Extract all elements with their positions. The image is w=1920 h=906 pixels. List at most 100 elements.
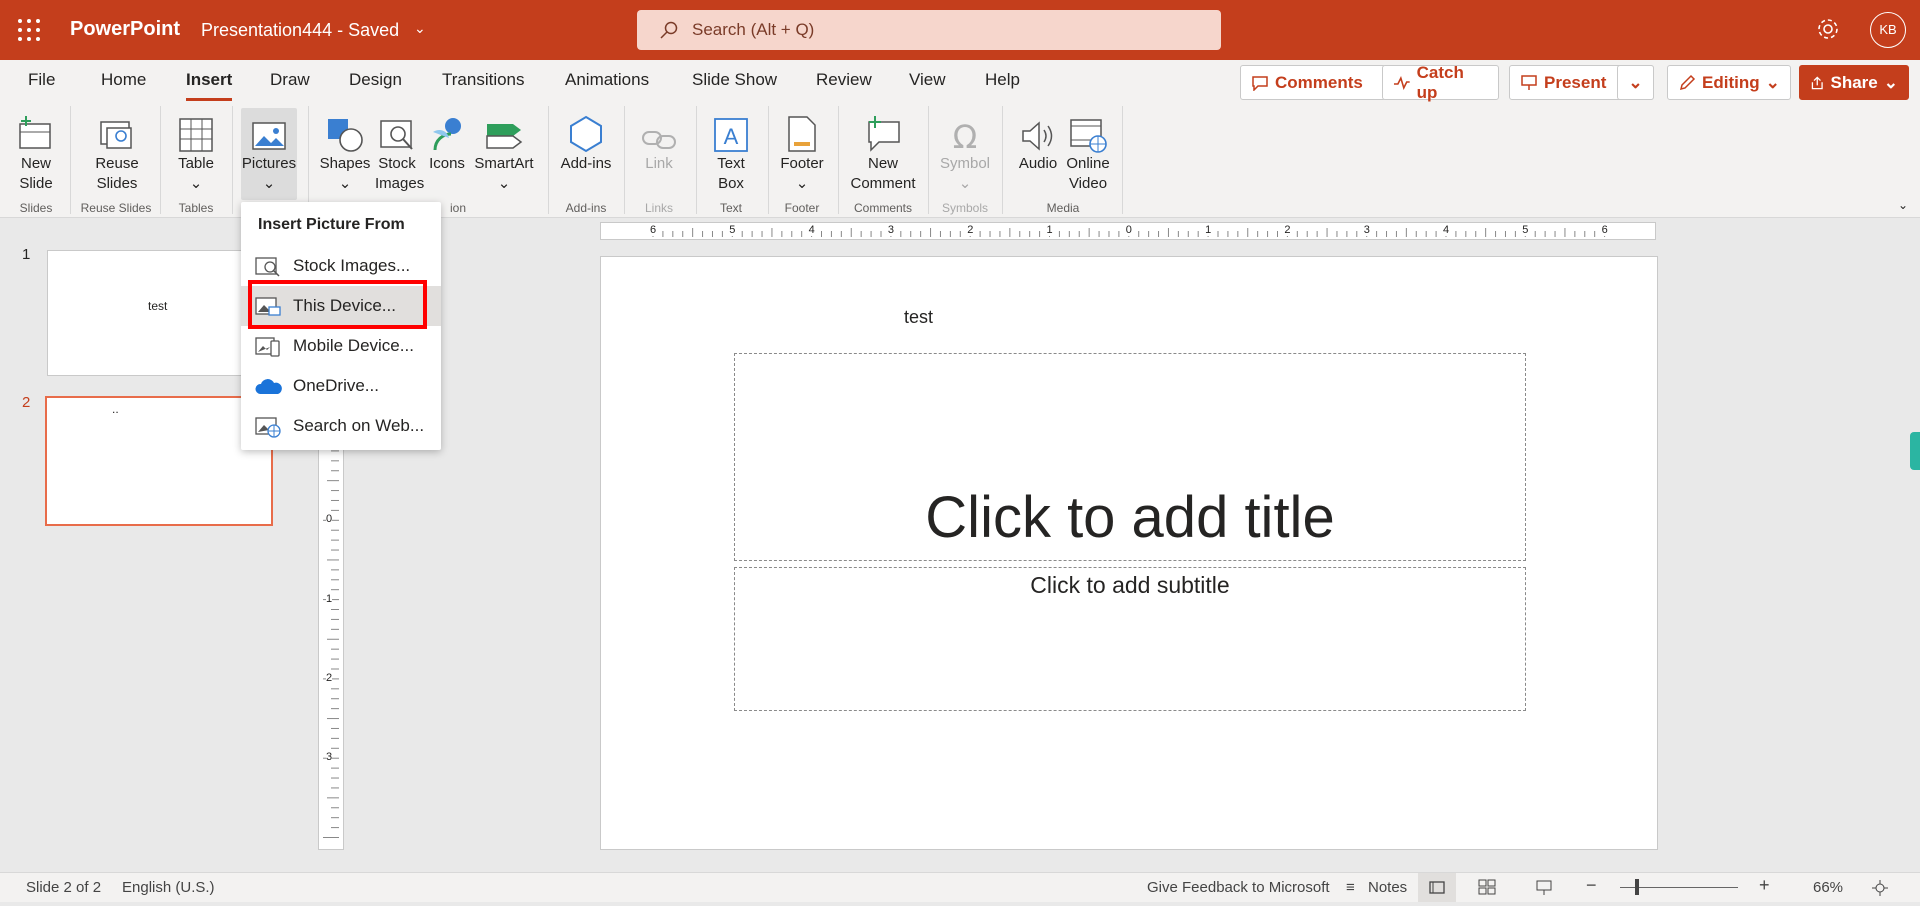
feedback-link[interactable]: Give Feedback to Microsoft (1147, 879, 1330, 896)
ruler-label: 5 (728, 224, 737, 236)
ruler-ticks (323, 440, 339, 838)
avatar[interactable]: KB (1870, 12, 1906, 48)
zoom-in-icon[interactable]: + (1759, 875, 1770, 896)
group-separator (308, 106, 309, 214)
group-label-comments: Comments (853, 201, 912, 215)
app-launcher-icon[interactable] (18, 19, 40, 41)
chevron-down-icon: ⌄ (262, 175, 276, 192)
ruler-label: 6 (649, 224, 658, 236)
new-comment-icon (868, 116, 900, 152)
slide-sorter-icon[interactable] (1478, 879, 1496, 899)
pictures-button[interactable]: Pictures ⌄ (241, 108, 297, 200)
ruler-label: 1 (1045, 224, 1054, 236)
audio-label: Audio (1018, 155, 1058, 172)
table-label: Table (178, 155, 214, 172)
tab-help[interactable]: Help (985, 70, 1020, 90)
stock-images-button[interactable]: Stock Images (374, 108, 424, 194)
slide-thumbnail-1[interactable]: test (47, 250, 273, 376)
picture-icon (252, 122, 286, 150)
slide-count: Slide 2 of 2 (26, 879, 102, 896)
audio-button[interactable]: Audio (1012, 108, 1064, 174)
zoom-level[interactable]: 66% (1813, 879, 1843, 896)
slide-canvas[interactable]: test Click to add title Click to add sub… (600, 256, 1658, 850)
title-placeholder[interactable]: Click to add title (734, 353, 1526, 561)
footer-icon (788, 116, 816, 152)
menu-item-label: Stock Images... (293, 256, 411, 275)
group-label-illustrations: ion (449, 201, 466, 215)
highlight-box (248, 280, 427, 329)
online-video-label: Online Video (1066, 155, 1110, 192)
ruler-label: 1 (326, 592, 333, 605)
slide-text-box[interactable]: test (904, 307, 933, 328)
menu-header: Insert Picture From (258, 216, 405, 233)
normal-view-icon[interactable] (1418, 873, 1456, 902)
subtitle-placeholder[interactable]: Click to add subtitle (734, 567, 1526, 711)
link-button[interactable]: Link (634, 108, 684, 174)
language-indicator[interactable]: English (U.S.) (122, 879, 215, 896)
symbol-label: Symbol (939, 155, 991, 172)
tab-view[interactable]: View (909, 70, 946, 90)
menu-item-mobile-device[interactable]: Mobile Device... (241, 326, 441, 366)
search-input[interactable] (692, 10, 1192, 50)
menu-item-onedrive[interactable]: OneDrive... (241, 366, 441, 406)
zoom-out-icon[interactable]: − (1586, 875, 1597, 896)
ruler-label: 4 (807, 224, 816, 236)
notes-button[interactable]: Notes (1368, 879, 1407, 896)
smartart-button[interactable]: SmartArt ⌄ (472, 108, 536, 194)
online-video-button[interactable]: Online Video (1062, 108, 1114, 194)
title-placeholder-text: Click to add title (925, 485, 1335, 550)
editing-mode-button[interactable]: Editing ⌄ (1667, 65, 1791, 100)
app-name[interactable]: PowerPoint (70, 18, 180, 41)
subtitle-placeholder-text: Click to add subtitle (1030, 572, 1230, 598)
symbol-button[interactable]: Ω Symbol ⌄ (936, 108, 994, 194)
horizontal-ruler: 6 5 4 3 2 1 0 1 2 3 4 5 6 (600, 222, 1656, 240)
tab-design[interactable]: Design (349, 70, 402, 90)
present-options-chevron-icon[interactable]: ⌄ (1617, 65, 1654, 100)
document-name[interactable]: Presentation444 - Saved (201, 20, 399, 41)
menu-item-search-on-web[interactable]: Search on Web... (241, 406, 441, 446)
tab-animations[interactable]: Animations (565, 70, 649, 90)
notes-icon[interactable]: ≡ (1346, 879, 1355, 896)
footer-button[interactable]: Footer ⌄ (774, 108, 830, 194)
slide-thumbnail-2[interactable]: .. (45, 396, 273, 526)
new-slide-button[interactable]: New Slide (8, 108, 64, 194)
reading-view-icon[interactable] (1535, 879, 1553, 901)
collapse-ribbon-chevron-icon[interactable]: ⌄ (1898, 198, 1908, 212)
ruler-label: 1 (1204, 224, 1213, 236)
comments-button[interactable]: Comments (1240, 65, 1386, 100)
shapes-label: Shapes (319, 155, 371, 172)
zoom-slider-thumb[interactable] (1635, 879, 1639, 895)
ruler-label: 2 (326, 671, 333, 684)
group-separator (70, 106, 71, 214)
table-button[interactable]: Table ⌄ (172, 108, 220, 194)
side-panel-tab[interactable] (1910, 432, 1920, 470)
gear-icon[interactable] (1815, 16, 1841, 47)
horizontal-scrollbar[interactable] (316, 858, 1920, 870)
tab-slide-show[interactable]: Slide Show (692, 70, 777, 90)
search-box[interactable] (637, 10, 1221, 50)
share-icon (1811, 75, 1823, 89)
new-comment-button[interactable]: New Comment (846, 108, 920, 194)
menu-item-label: OneDrive... (293, 376, 379, 395)
group-separator (838, 106, 839, 214)
share-button[interactable]: Share ⌄ (1799, 65, 1909, 100)
text-box-button[interactable]: A Text Box (706, 108, 756, 194)
tab-home[interactable]: Home (101, 70, 146, 90)
reuse-slides-button[interactable]: Reuse Slides (88, 108, 146, 194)
chevron-down-icon[interactable]: ⌄ (414, 20, 426, 37)
tab-insert[interactable]: Insert (186, 70, 233, 101)
smartart-icon (486, 124, 523, 149)
table-icon (179, 118, 213, 152)
tab-file[interactable]: File (28, 70, 55, 90)
tab-transitions[interactable]: Transitions (442, 70, 525, 90)
shapes-button[interactable]: Shapes ⌄ (318, 108, 372, 194)
fit-to-window-icon[interactable] (1871, 879, 1889, 901)
catch-up-button[interactable]: Catch up (1382, 63, 1499, 102)
icons-button[interactable]: Icons (424, 108, 470, 174)
chevron-down-icon: ⌄ (189, 175, 203, 192)
tab-draw[interactable]: Draw (270, 70, 310, 90)
tab-review[interactable]: Review (816, 70, 872, 90)
group-separator (696, 106, 697, 214)
zoom-slider[interactable] (1620, 879, 1738, 895)
add-ins-button[interactable]: Add-ins (556, 108, 616, 174)
